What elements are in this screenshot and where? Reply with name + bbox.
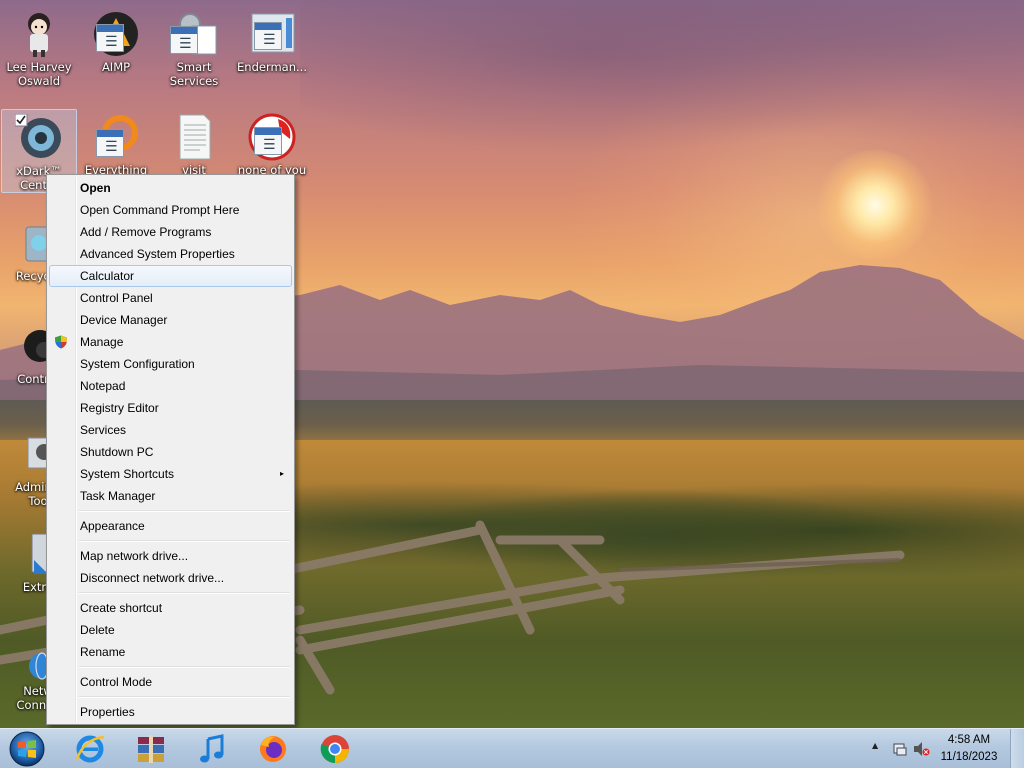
menu-item-label: System Shortcuts <box>80 467 175 481</box>
anime-character-icon <box>15 10 63 58</box>
menu-item-shutdown-pc[interactable]: Shutdown PC <box>49 441 292 463</box>
menu-item-properties[interactable]: Properties <box>49 701 292 723</box>
action-center-flag-icon[interactable] <box>892 741 908 757</box>
menu-item-registry-editor[interactable]: Registry Editor <box>49 397 292 419</box>
menu-item-label: Rename <box>80 645 126 659</box>
taskbar-firefox[interactable] <box>246 731 300 767</box>
window-icon <box>248 10 296 58</box>
menu-item-label: Control Panel <box>80 291 153 305</box>
menu-item-label: Registry Editor <box>80 401 159 415</box>
window-icon <box>248 113 296 161</box>
menu-item-label: Notepad <box>80 379 126 393</box>
desktop-icon-label: Lee Harvey Oswald <box>6 60 72 88</box>
menu-item-map-network-drive[interactable]: Map network drive... <box>49 545 292 567</box>
firefox-icon <box>260 736 286 762</box>
show-hidden-icons-button[interactable]: ▲ <box>872 741 878 750</box>
menu-item-label: Control Mode <box>80 675 153 689</box>
desktop-icon-label: Smart Services <box>169 60 219 88</box>
desktop-icon-enderman[interactable]: Enderman... <box>234 6 310 74</box>
menu-item-system-configuration[interactable]: System Configuration <box>49 353 292 375</box>
everything-search-icon <box>92 113 140 161</box>
menu-separator <box>49 507 292 515</box>
internet-explorer-icon <box>75 735 105 763</box>
music-note-icon <box>200 734 224 763</box>
taskbar: ▲ 4:58 AM 11/18/2023 <box>0 728 1024 768</box>
gear-window-icon <box>170 10 218 58</box>
desktop-icon-lee-harvey-oswald[interactable]: Lee Harvey Oswald <box>1 6 77 88</box>
menu-item-label: Map network drive... <box>80 549 189 563</box>
menu-item-system-shortcuts[interactable]: System Shortcuts ▸ <box>49 463 292 485</box>
menu-item-services[interactable]: Services <box>49 419 292 441</box>
show-desktop-button[interactable] <box>1010 729 1024 768</box>
submenu-arrow-icon: ▸ <box>279 469 284 478</box>
menu-item-label: Device Manager <box>80 313 168 327</box>
chrome-icon <box>320 735 349 763</box>
taskbar-chrome[interactable] <box>308 731 362 767</box>
menu-item-label: Add / Remove Programs <box>80 225 212 239</box>
menu-item-label: Disconnect network drive... <box>80 571 225 585</box>
desktop-icon-label: Enderman... <box>237 60 307 74</box>
menu-item-label: Advanced System Properties <box>80 247 235 261</box>
wallpaper-clouds <box>300 0 1024 170</box>
desktop-context-menu: Open Open Command Prompt Here Add / Remo… <box>46 174 295 725</box>
menu-separator <box>49 663 292 671</box>
menu-item-label: Services <box>80 423 127 437</box>
menu-item-rename[interactable]: Rename <box>49 641 292 663</box>
taskbar-music-player[interactable] <box>185 731 239 767</box>
winrar-icon <box>138 735 164 763</box>
menu-separator <box>49 589 292 597</box>
menu-item-device-manager[interactable]: Device Manager <box>49 309 292 331</box>
menu-separator <box>49 693 292 701</box>
menu-item-label: Open Command Prompt Here <box>80 203 240 217</box>
menu-item-open-command-prompt[interactable]: Open Command Prompt Here <box>49 199 292 221</box>
taskbar-internet-explorer[interactable] <box>63 731 117 767</box>
menu-item-label: Properties <box>80 705 135 719</box>
menu-item-label: Shutdown PC <box>80 445 154 459</box>
menu-item-label: Calculator <box>80 269 135 283</box>
start-button[interactable] <box>4 730 50 768</box>
system-tray: ▲ 4:58 AM 11/18/2023 <box>864 729 1024 768</box>
menu-item-create-shortcut[interactable]: Create shortcut <box>49 597 292 619</box>
menu-item-label: Appearance <box>80 519 145 533</box>
menu-item-label: Delete <box>80 623 115 637</box>
desktop-icon-visit[interactable]: visit <box>156 109 232 177</box>
menu-item-label: System Configuration <box>80 357 195 371</box>
document-icon <box>170 113 218 161</box>
shield-icon <box>55 335 67 349</box>
menu-item-disconnect-network-drive[interactable]: Disconnect network drive... <box>49 567 292 589</box>
menu-item-label: Create shortcut <box>80 601 163 615</box>
wallpaper-sun <box>815 150 935 260</box>
menu-item-advanced-system-properties[interactable]: Advanced System Properties <box>49 243 292 265</box>
clock-time: 4:58 AM <box>947 734 991 746</box>
menu-item-open[interactable]: Open <box>49 177 292 199</box>
xdark-center-icon <box>14 113 63 162</box>
menu-item-label: Manage <box>80 335 124 349</box>
menu-item-control-mode[interactable]: Control Mode <box>49 671 292 693</box>
volume-muted-icon[interactable] <box>912 741 930 757</box>
menu-item-control-panel[interactable]: Control Panel <box>49 287 292 309</box>
clock-date: 11/18/2023 <box>940 751 998 763</box>
menu-separator <box>49 537 292 545</box>
taskbar-winrar[interactable] <box>124 731 178 767</box>
menu-item-label: Task Manager <box>80 489 156 503</box>
menu-item-calculator[interactable]: Calculator <box>49 265 292 287</box>
desktop-icon-everything[interactable]: Everything <box>78 109 154 177</box>
menu-item-appearance[interactable]: Appearance <box>49 515 292 537</box>
desktop-icon-aimp[interactable]: AIMP <box>78 6 154 74</box>
menu-item-task-manager[interactable]: Task Manager <box>49 485 292 507</box>
aimp-icon <box>92 10 140 58</box>
menu-item-add-remove-programs[interactable]: Add / Remove Programs <box>49 221 292 243</box>
desktop-icon-label: AIMP <box>101 60 131 74</box>
desktop-icon-smart-services[interactable]: Smart Services <box>156 6 232 88</box>
clock[interactable]: 4:58 AM 11/18/2023 <box>934 732 1004 766</box>
menu-item-manage[interactable]: Manage <box>49 331 292 353</box>
menu-item-delete[interactable]: Delete <box>49 619 292 641</box>
windows-orb-icon <box>9 731 45 767</box>
menu-item-label: Open <box>80 181 111 195</box>
menu-item-notepad[interactable]: Notepad <box>49 375 292 397</box>
